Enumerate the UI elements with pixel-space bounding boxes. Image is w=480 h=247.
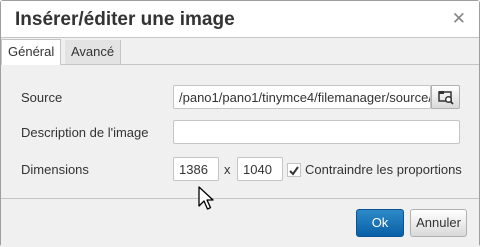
description-input[interactable] [173, 120, 460, 144]
checkmark-icon [289, 166, 299, 176]
height-input[interactable]: 1040 [237, 157, 283, 181]
description-label: Description de l'image [21, 125, 149, 140]
tab-advanced[interactable]: Avancé [65, 40, 122, 64]
dialog-titlebar[interactable]: Insérer/éditer une image ✕ [1, 1, 479, 38]
source-input[interactable]: /pano1/pano1/tinymce4/filemanager/source… [173, 85, 431, 109]
width-input[interactable]: 1386 [173, 157, 219, 181]
close-icon[interactable]: ✕ [452, 10, 466, 28]
dialog-title: Insérer/éditer une image [15, 9, 235, 30]
dimensions-label: Dimensions [21, 162, 89, 177]
ok-button[interactable]: Ok [356, 209, 404, 237]
image-dialog: Insérer/éditer une image ✕ Général Avanc… [0, 0, 480, 247]
tab-general[interactable]: Général [1, 39, 62, 65]
dimension-separator: x [224, 162, 231, 177]
browse-folder-icon [438, 91, 454, 105]
browse-button[interactable] [431, 85, 460, 109]
dialog-footer: Ok Annuler [1, 198, 479, 247]
cancel-button[interactable]: Annuler [410, 209, 467, 237]
mouse-cursor-icon [198, 186, 214, 210]
constrain-label[interactable]: Contraindre les proportions [305, 162, 462, 177]
source-label: Source [21, 90, 63, 105]
general-panel: Source /pano1/pano1/tinymce4/filemanager… [1, 65, 479, 198]
dialog-tabs: Général Avancé [1, 38, 479, 65]
constrain-checkbox[interactable] [287, 163, 301, 177]
